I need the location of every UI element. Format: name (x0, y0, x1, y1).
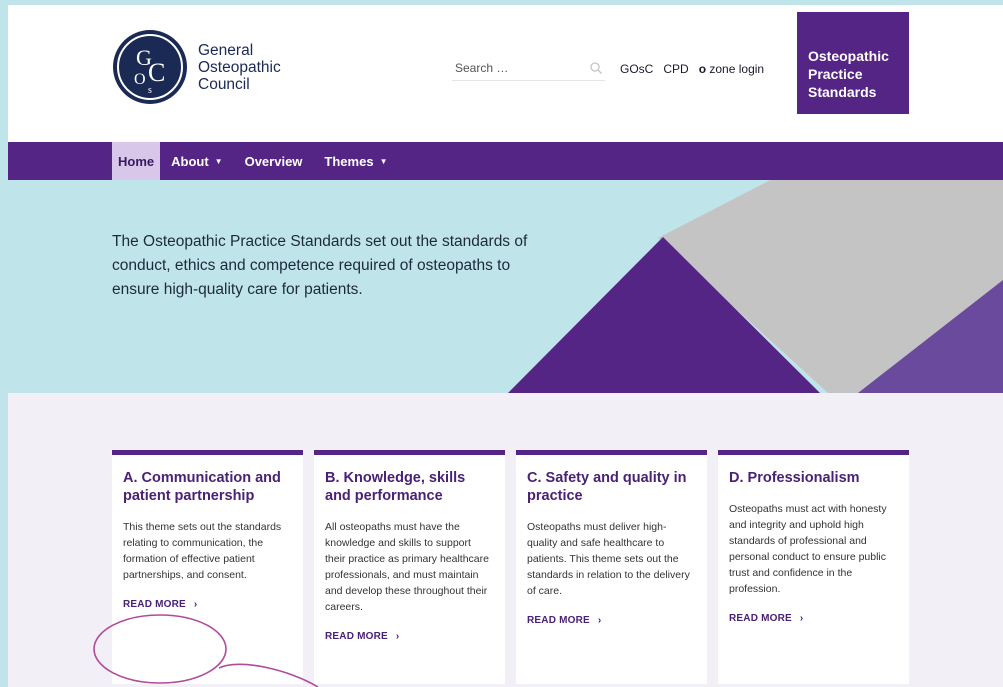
ops-line-3: Standards (808, 84, 877, 100)
zone-login-label: zone login (709, 62, 765, 76)
logo-wordmark: General Osteopathic Council (198, 42, 281, 93)
nav-item-overview[interactable]: Overview (234, 142, 314, 180)
gosc-link[interactable]: GOsC (620, 62, 653, 76)
nav-about-label: About (171, 153, 209, 169)
nav-item-about[interactable]: About ▼ (166, 142, 233, 180)
card-title: B. Knowledge, skills and performance (325, 470, 466, 504)
search-icon[interactable] (589, 61, 603, 75)
logo-line-1: General (198, 41, 254, 59)
nav-home-label: Home (118, 153, 155, 169)
ops-standards-badge[interactable]: Osteopathic Practice Standards (797, 12, 909, 114)
read-more-label: READ MORE (325, 631, 388, 642)
card-title: C. Safety and quality in practice (527, 470, 687, 504)
theme-card-b: B. Knowledge, skills and performance All… (314, 450, 505, 684)
nav-themes-label: Themes (324, 153, 374, 169)
gosc-logo[interactable]: G C O s General Osteopathic Council (112, 29, 281, 105)
themes-section: A. Communication and patient partnership… (8, 393, 1003, 687)
chevron-right-icon: › (193, 599, 198, 610)
card-body: Osteopaths must deliver high-quality and… (527, 521, 690, 597)
o-zone-mark: o (698, 62, 707, 76)
nav-item-home[interactable]: Home (112, 142, 161, 180)
read-more-link[interactable]: READ MORE › (123, 599, 197, 610)
search-input[interactable] (452, 60, 572, 75)
theme-card-c: C. Safety and quality in practice Osteop… (516, 450, 707, 684)
search-box (452, 55, 605, 81)
chevron-right-icon: › (597, 615, 602, 626)
logo-line-2: Osteopathic (198, 58, 281, 76)
ops-line-1: Osteopathic (808, 48, 889, 64)
site-header: G C O s General Osteopathic Council GOsC… (8, 5, 1003, 142)
chevron-right-icon: › (799, 613, 804, 624)
hero-banner: The Osteopathic Practice Standards set o… (8, 180, 1003, 393)
theme-card-a: A. Communication and patient partnership… (112, 450, 303, 684)
card-body: This theme sets out the standards relati… (123, 521, 282, 581)
svg-text:O: O (134, 71, 146, 88)
svg-text:s: s (148, 85, 152, 96)
logo-line-3: Council (198, 75, 250, 93)
read-more-link[interactable]: READ MORE › (325, 631, 399, 642)
top-links: GOsC CPD o zone login (620, 62, 764, 76)
nav-overview-label: Overview (244, 153, 303, 169)
card-body: All osteopaths must have the knowledge a… (325, 521, 489, 613)
read-more-label: READ MORE (527, 615, 590, 626)
nav-item-themes[interactable]: Themes ▼ (313, 142, 398, 180)
caret-down-icon: ▼ (379, 156, 388, 166)
hero-intro-text: The Osteopathic Practice Standards set o… (112, 233, 528, 298)
read-more-label: READ MORE (729, 613, 792, 624)
theme-card-d: D. Professionalism Osteopaths must act w… (718, 450, 909, 684)
main-nav: Home About ▼ Overview Themes ▼ (8, 142, 1003, 180)
chevron-right-icon: › (395, 631, 400, 642)
read-more-link[interactable]: READ MORE › (527, 615, 601, 626)
page: G C O s General Osteopathic Council GOsC… (8, 5, 1003, 687)
read-more-label: READ MORE (123, 599, 186, 610)
o-zone-login-link[interactable]: o zone login (699, 62, 764, 76)
caret-down-icon: ▼ (214, 156, 223, 166)
card-title: A. Communication and patient partnership (123, 470, 281, 504)
card-body: Osteopaths must act with honesty and int… (729, 503, 887, 595)
ops-line-2: Practice (808, 66, 863, 82)
card-title: D. Professionalism (729, 470, 860, 486)
cpd-link[interactable]: CPD (663, 62, 688, 76)
gosc-logo-icon: G C O s (113, 30, 187, 104)
read-more-link[interactable]: READ MORE › (729, 613, 803, 624)
svg-text:C: C (148, 58, 165, 87)
